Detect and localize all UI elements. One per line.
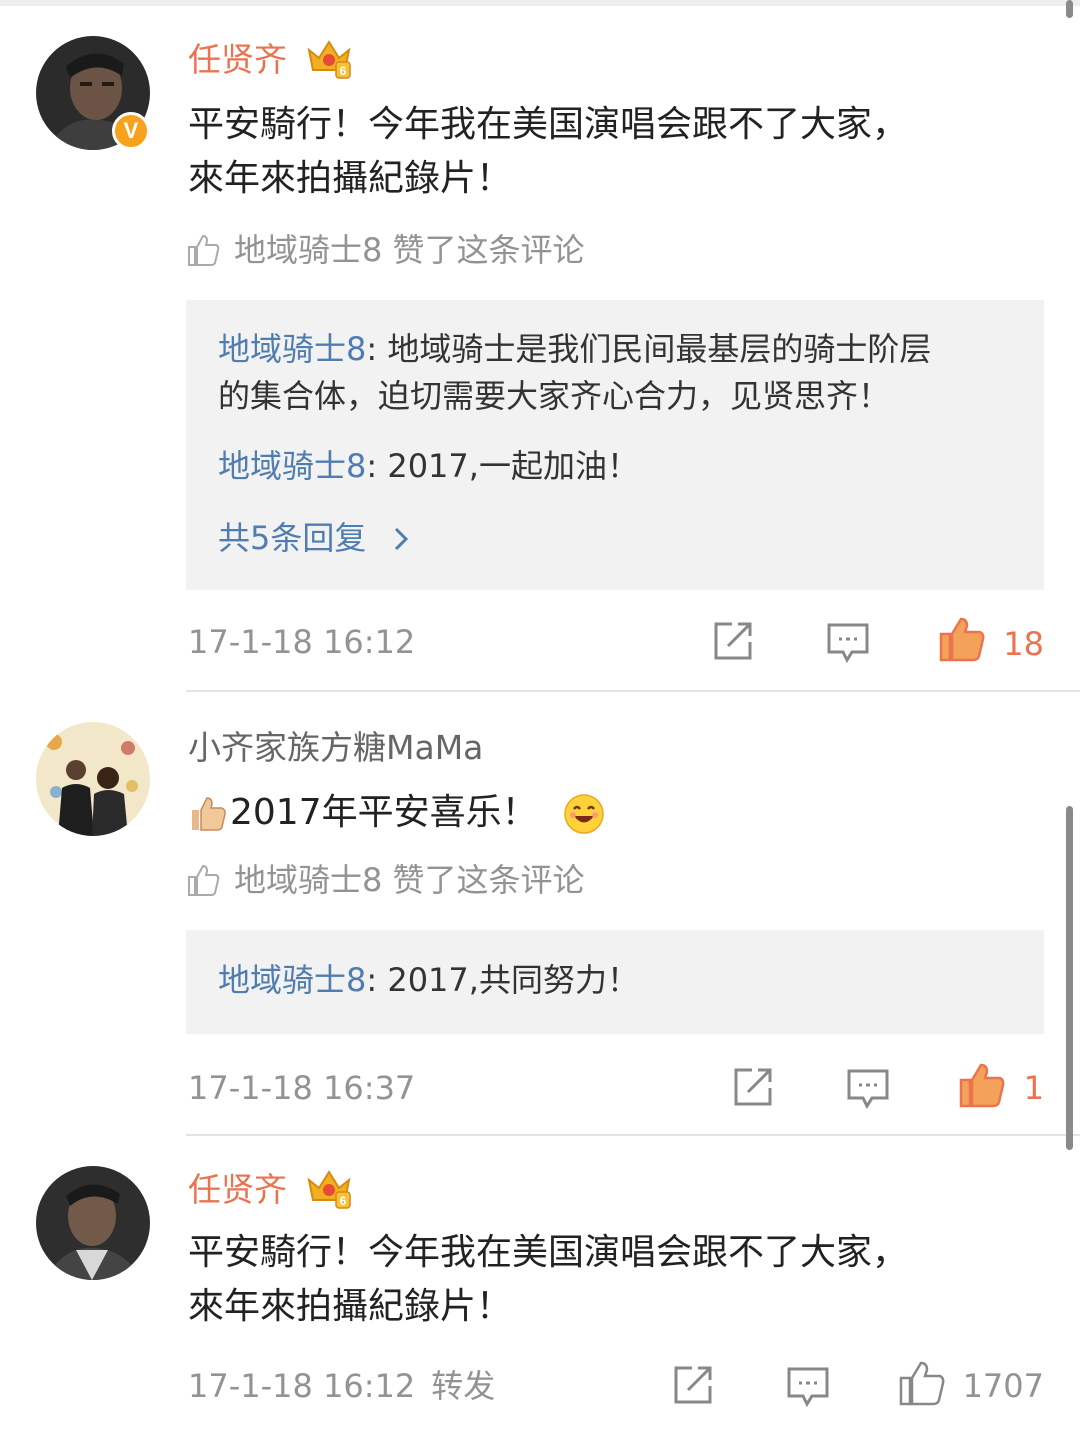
username[interactable]: 任贤齐 <box>188 40 287 80</box>
scrollbar-top <box>1066 0 1073 18</box>
comment-icon[interactable] <box>786 1366 830 1408</box>
thumbs-up-icon[interactable] <box>898 1360 946 1406</box>
grinning-face-emoji-icon <box>564 794 604 834</box>
chevron-right-icon <box>394 527 408 551</box>
repost-icon[interactable] <box>672 1364 716 1406</box>
repost-icon[interactable] <box>732 1066 776 1108</box>
more-replies-link[interactable]: 共5条回复 <box>218 518 411 558</box>
avatar[interactable]: V <box>36 36 150 150</box>
crown-vip-icon: 6 <box>307 1170 351 1209</box>
comment-icon[interactable] <box>826 622 870 664</box>
comment-text: 平安騎行！今年我在美国演唱会跟不了大家， 來年來拍攝紀錄片！ <box>188 104 909 199</box>
thumbs-up-icon[interactable] <box>938 616 986 662</box>
avatar[interactable] <box>36 722 150 836</box>
repost-icon[interactable] <box>712 620 756 662</box>
comment-icon[interactable] <box>846 1068 890 1110</box>
thumbs-up-outline-icon <box>188 234 220 266</box>
reply-author[interactable]: 地域骑士8 <box>218 447 366 485</box>
username[interactable]: 小齐家族方糖MaMa <box>188 728 483 768</box>
reply-item[interactable]: 地域骑士8: 2017,共同努力！ <box>218 957 1028 1004</box>
svg-text:6: 6 <box>340 1194 347 1208</box>
comment-text: 平安騎行！今年我在美国演唱会跟不了大家， 來年來拍攝紀錄片！ <box>188 1232 909 1327</box>
like-count: 18 <box>1003 625 1044 663</box>
liked-by-line: 地域骑士8 赞了这条评论 <box>186 860 585 900</box>
reply-author[interactable]: 地域骑士8 <box>218 330 366 368</box>
avatar[interactable] <box>36 1166 150 1280</box>
comment-text: 2017年平安喜乐！ <box>188 786 1038 840</box>
timestamp: 17-1-18 16:12 转发 <box>188 1367 496 1405</box>
timestamp: 17-1-18 16:12 <box>188 623 416 661</box>
repost-label[interactable]: 转发 <box>431 1367 495 1405</box>
divider <box>186 1134 1080 1136</box>
thumbs-up-emoji-icon <box>192 797 226 831</box>
reply-item[interactable]: 地域骑士8: 2017,一起加油！ <box>218 443 1028 490</box>
scrollbar[interactable] <box>1066 806 1073 1150</box>
liked-by-line: 地域骑士8 赞了这条评论 <box>186 230 585 270</box>
reply-box: 地域骑士8: 地域骑士是我们民间最基层的骑士阶层 的集合体，迫切需要大家齐心合力… <box>186 300 1044 590</box>
username[interactable]: 任贤齐 <box>188 1170 287 1210</box>
like-count: 1 <box>1023 1069 1044 1107</box>
divider <box>186 690 1080 692</box>
reply-author[interactable]: 地域骑士8 <box>218 961 366 999</box>
verified-badge: V <box>112 112 150 150</box>
timestamp: 17-1-18 16:37 <box>188 1069 416 1107</box>
crown-vip-icon: 6 <box>307 40 351 79</box>
thumbs-up-icon[interactable] <box>958 1062 1006 1108</box>
reply-box: 地域骑士8: 2017,共同努力！ <box>186 930 1044 1034</box>
thumbs-up-outline-icon <box>188 864 220 896</box>
top-rule <box>0 0 1080 6</box>
like-count: 1707 <box>962 1367 1044 1405</box>
svg-text:6: 6 <box>340 64 347 78</box>
reply-item[interactable]: 地域骑士8: 地域骑士是我们民间最基层的骑士阶层 的集合体，迫切需要大家齐心合力… <box>218 326 1028 420</box>
